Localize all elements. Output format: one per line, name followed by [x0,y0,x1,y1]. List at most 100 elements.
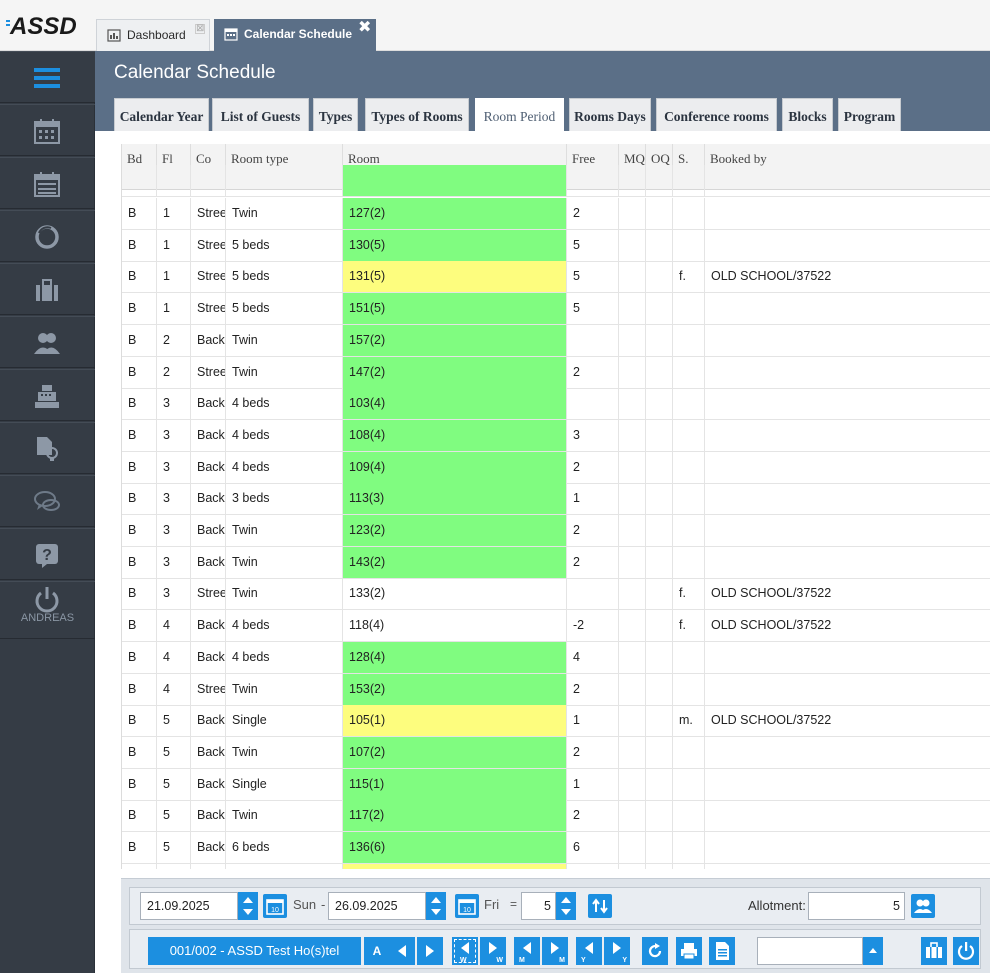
table-row[interactable]: B 3 Back 4 beds 109(4) 2 [122,451,990,484]
print-button[interactable] [676,937,702,965]
days-count-stepper[interactable] [556,892,576,920]
previous-month-button[interactable]: M [514,937,540,965]
table-row[interactable]: B 4 Back 4 beds 128(4) 4 [122,641,990,674]
table-row[interactable] [122,165,990,197]
sidebar-item-briefcase[interactable] [0,263,95,315]
tab-conference-rooms[interactable]: Conference rooms [656,98,777,131]
table-row[interactable]: B 5 Back 6 beds 136(6) 6 [122,832,990,864]
table-row[interactable]: B 3 Stree Twin 133(2) f. OLD SCHOOL/37522 [122,578,990,611]
table-row[interactable]: B 3 Back 4 beds 103(4) [122,388,990,421]
cell-s: f. [673,578,705,610]
previous-day-button[interactable] [389,937,415,965]
date-to-stepper[interactable] [426,892,446,920]
briefcase-button[interactable] [921,937,947,965]
equals-sign: = [510,897,518,911]
previous-week-button[interactable]: W [452,937,478,965]
next-week-button[interactable]: W [480,937,506,965]
close-dashboard-tab-icon[interactable]: ⊠ [195,24,205,34]
next-year-button[interactable]: Y [604,937,630,965]
days-count-input[interactable]: 5 [521,892,556,920]
tab-rooms-days[interactable]: Rooms Days [569,98,651,131]
sidebar-item-chat[interactable] [0,475,95,527]
cell-room-type: Twin [226,673,343,705]
tab-types-of-rooms[interactable]: Types of Rooms [365,98,469,131]
table-row[interactable]: B 1 Stree 5 beds 151(5) 5 [122,293,990,326]
sidebar-item-guests[interactable] [0,316,95,368]
table-row[interactable]: B 5 Back Single 105(1) 1 m. OLD SCHOOL/37522 [122,705,990,738]
cell-bd: B [122,451,157,483]
a-button[interactable]: A [364,937,390,965]
sidebar-menu-toggle[interactable] [0,51,95,103]
table-row[interactable]: B 5 Back Twin 117(2) 2 [122,800,990,833]
cell-fl: 5 [157,736,191,768]
swap-sort-button[interactable] [588,894,612,918]
power-button[interactable] [953,937,979,965]
cell-room-type: 5 beds [226,293,343,325]
sidebar-item-calendar-week[interactable] [0,157,95,209]
table-row[interactable]: B 3 Back Twin 123(2) 2 [122,515,990,547]
tab-room-period[interactable]: Room Period [475,98,564,131]
cell-booked-by [705,230,990,261]
table-row[interactable]: B 4 Back 4 beds 118(4) -2 f. OLD SCHOOL/37522 [122,610,990,643]
date-from-stepper[interactable] [238,892,258,920]
table-row[interactable]: B 3 Back 4 beds 108(4) 3 [122,419,990,452]
hotel-selector-button[interactable]: 001/002 - ASSD Test Ho(s)tel [148,937,361,965]
filter-select[interactable] [757,937,863,965]
cell-bd: B [122,578,157,610]
sidebar-item-documents[interactable] [0,422,95,474]
table-row[interactable]: B 1 Stree Twin 127(2) 2 [122,198,990,230]
date-to-input[interactable]: 26.09.2025 [328,892,426,920]
table-row[interactable] [122,863,990,869]
cell-co: Stree [191,578,226,610]
table-row[interactable]: B 5 Back Single 115(1) 1 [122,768,990,801]
sidebar-item-cash-register[interactable] [0,369,95,421]
table-row[interactable]: B 1 Stree 5 beds 131(5) 5 f. OLD SCHOOL/37522 [122,261,990,294]
allotment-input[interactable]: 5 [808,892,905,920]
cell-room: 115(1) [343,768,567,800]
previous-year-button[interactable]: Y [576,937,602,965]
tab-program[interactable]: Program [838,98,901,131]
table-row[interactable]: B 3 Back Twin 143(2) 2 [122,546,990,579]
cell-s [673,863,705,869]
tab-blocks[interactable]: Blocks [782,98,833,131]
page-title: Calendar Schedule [114,62,276,83]
tab-types[interactable]: Types [313,98,358,131]
tab-list-of-guests[interactable]: List of Guests [212,98,309,131]
cell-co [191,863,226,869]
cell-s: m. [673,705,705,737]
export-document-button[interactable] [709,937,735,965]
close-calendar-tab-icon[interactable]: ✖ [358,20,371,36]
window-tab-strip: ASSD Dashboard ⊠ Calendar Schedule ✖ [0,0,990,51]
next-day-button[interactable] [417,937,443,965]
cell-room-type: Twin [226,198,343,229]
cell-booked-by: OLD SCHOOL/37522 [711,713,832,728]
table-row[interactable]: B 2 Stree Twin 147(2) 2 [122,356,990,389]
window-tab-calendar-schedule[interactable]: Calendar Schedule ✖ [214,19,376,51]
date-from-calendar-button[interactable]: 10 [263,894,287,918]
sidebar-item-ring[interactable] [0,210,95,262]
cell-free: 2 [567,356,619,388]
room-period-grid: Bd Fl Co Room type Room Free MQ OQ S. Bo… [121,144,990,869]
cell-booked-by [705,420,990,451]
sidebar-item-help[interactable]: ? [0,528,95,580]
table-row[interactable]: B 1 Stree 5 beds 130(5) 5 [122,229,990,262]
refresh-button[interactable] [642,937,668,965]
date-to-calendar-button[interactable]: 10 [455,894,479,918]
table-row[interactable]: B 4 Stree Twin 153(2) 2 [122,673,990,706]
sidebar-item-logout[interactable] [0,581,95,639]
table-row[interactable]: B 2 Back Twin 157(2) [122,324,990,357]
next-month-button[interactable]: M [542,937,568,965]
cell-s [673,673,705,705]
allotment-users-button[interactable] [911,894,935,918]
sidebar-item-calendar[interactable] [0,104,95,156]
tab-calendar-year[interactable]: Calendar Year [114,98,209,131]
table-row[interactable]: B 5 Back Twin 107(2) 2 [122,736,990,769]
date-from-input[interactable]: 21.09.2025 [140,892,238,920]
window-tab-dashboard[interactable]: Dashboard ⊠ [96,19,210,51]
cell-co [191,165,226,196]
table-row[interactable]: B 3 Back 3 beds 113(3) 1 [122,483,990,516]
arrow-left-icon [523,942,531,954]
filter-select-toggle[interactable] [863,937,883,965]
ring-icon [35,225,59,249]
cell-fl: 3 [157,578,191,610]
